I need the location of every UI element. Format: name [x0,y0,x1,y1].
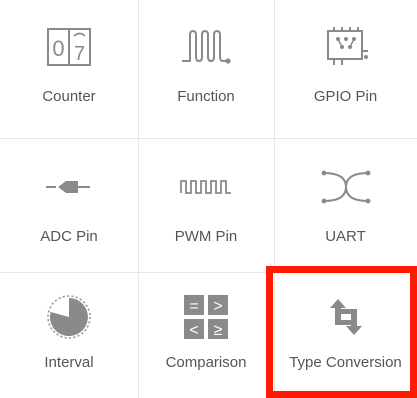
tile-adc-pin[interactable]: ADC Pin [0,138,138,272]
tile-label: Function [177,88,235,105]
counter-icon: 0 7 [47,28,91,66]
comparison-symbol: > [213,298,222,315]
tile-uart[interactable]: UART [274,138,417,272]
tile-label: Type Conversion [289,354,402,371]
block-palette-grid: 0 7 Counter Function GPIO Pin ADC Pin PW… [0,0,417,398]
comparison-symbol: ≥ [214,322,223,339]
tile-pwm-pin[interactable]: PWM Pin [138,138,274,272]
tile-comparison[interactable]: = > < ≥ Comparison [138,272,274,398]
tile-label: GPIO Pin [313,88,378,105]
tile-label: UART [325,228,366,245]
tile-label: Comparison [165,354,247,371]
tile-label: ADC Pin [40,228,98,245]
tile-type-conversion[interactable]: Type Conversion [274,272,417,398]
tile-label: Counter [42,88,96,105]
function-icon [182,30,231,64]
tile-label: PWM Pin [174,228,238,245]
uart-icon [321,170,370,204]
adc-pin-icon [46,181,90,193]
gpio-pin-icon [326,27,368,65]
tile-function[interactable]: Function [138,0,274,138]
counter-digit-left: 0 [52,36,64,61]
comparison-icon: = > < ≥ [184,295,228,339]
type-conversion-icon [329,299,362,335]
comparison-symbol: = [189,298,198,315]
comparison-symbol: < [189,322,198,339]
counter-digit-right: 7 [74,43,85,65]
tile-counter[interactable]: 0 7 Counter [0,0,138,138]
pwm-pin-icon [180,180,231,194]
interval-icon [47,295,91,339]
tile-interval[interactable]: Interval [0,272,138,398]
tile-label: Interval [44,354,94,371]
tile-gpio-pin[interactable]: GPIO Pin [274,0,417,138]
